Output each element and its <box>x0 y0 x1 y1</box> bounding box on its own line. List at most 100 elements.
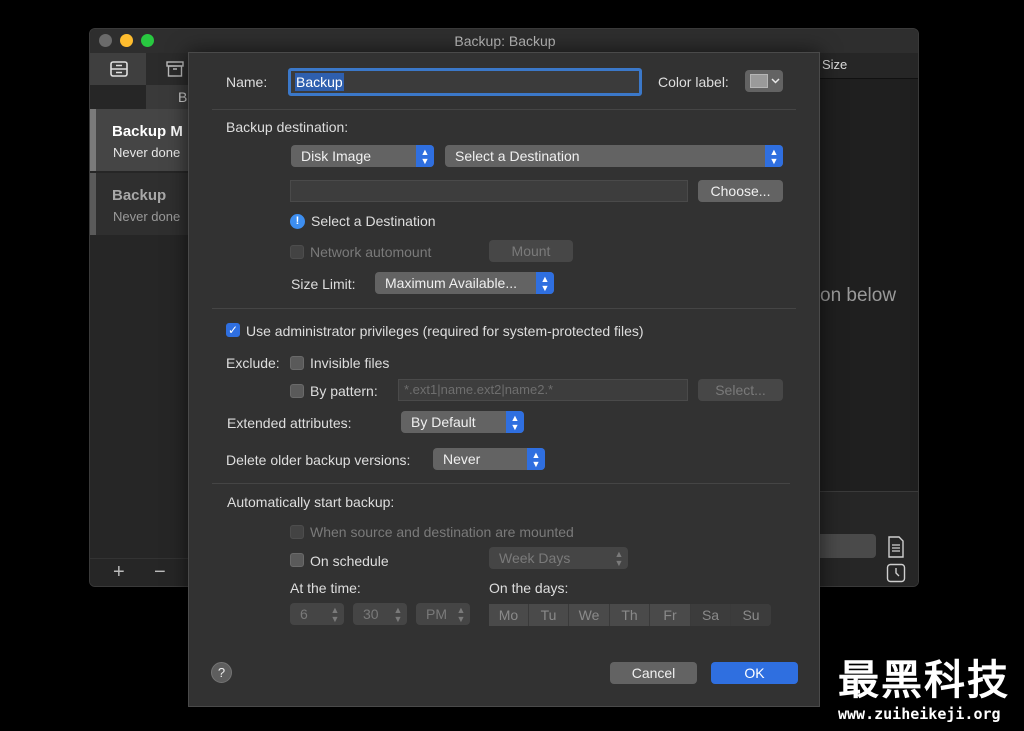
search-field[interactable] <box>820 534 876 558</box>
updown-icon: ▲ ▼ <box>393 605 403 624</box>
right-bottom-panel <box>820 491 918 586</box>
color-label-picker[interactable] <box>745 70 783 92</box>
hour-value: 6 <box>300 606 308 622</box>
list-item[interactable]: Backup M Never done <box>90 109 190 171</box>
sidebar-header: B <box>146 85 190 109</box>
mount-button[interactable]: Mount <box>489 240 573 262</box>
sidebar-header-label: B <box>178 89 188 105</box>
color-swatch <box>750 74 768 88</box>
destination-type-value: Disk Image <box>301 148 372 164</box>
admin-privileges-label: Use administrator privileges (required f… <box>246 323 644 339</box>
title-bar[interactable]: Backup: Backup <box>90 29 918 54</box>
updown-icon: ▲ ▼ <box>456 605 466 624</box>
watermark-title: 最黑科技 <box>838 656 1010 704</box>
info-icon: ! <box>290 214 305 229</box>
list-item-subtitle: Never done <box>113 209 181 224</box>
at-time-label: At the time: <box>290 580 361 596</box>
right-pane: Size on below <box>820 53 918 586</box>
divider <box>212 483 790 484</box>
ok-button[interactable]: OK <box>711 662 798 684</box>
delete-older-label: Delete older backup versions: <box>226 452 411 468</box>
ampm-value: PM <box>426 606 447 622</box>
name-input[interactable]: Backup <box>288 68 642 96</box>
empty-hint: on below <box>820 285 897 306</box>
destination-select-value: Select a Destination <box>455 148 580 164</box>
pattern-placeholder: *.ext1|name.ext2|name2.* <box>404 382 554 397</box>
destination-select-popup[interactable]: Select a Destination ▲ ▼ <box>445 145 783 167</box>
drive-icon <box>110 61 128 77</box>
day-monday[interactable]: Mo <box>489 604 529 626</box>
on-schedule-checkbox[interactable] <box>290 553 304 567</box>
select-pattern-button[interactable]: Select... <box>698 379 783 401</box>
size-limit-popup[interactable]: Maximum Available... ▲ ▼ <box>375 272 554 294</box>
name-input-value: Backup <box>295 73 344 91</box>
extended-attributes-popup[interactable]: By Default ▲ ▼ <box>401 411 524 433</box>
divider <box>212 109 796 110</box>
day-wednesday[interactable]: We <box>569 604 610 626</box>
list-item-subtitle: Never done <box>113 145 181 160</box>
when-mounted-checkbox[interactable] <box>290 525 304 539</box>
clock-icon[interactable] <box>886 563 906 583</box>
chevron-down-icon <box>771 78 780 84</box>
sidebar-bottom-bar: + − <box>90 558 190 586</box>
on-schedule-label: On schedule <box>310 553 389 569</box>
invisible-files-checkbox[interactable] <box>290 356 304 370</box>
minute-value: 30 <box>363 606 379 622</box>
delete-older-popup[interactable]: Never ▲ ▼ <box>433 448 545 470</box>
updown-icon: ▲ ▼ <box>527 448 545 470</box>
list-item-title: Backup <box>112 187 167 204</box>
day-thursday[interactable]: Th <box>610 604 650 626</box>
destination-warning: Select a Destination <box>311 213 436 229</box>
help-button[interactable]: ? <box>211 662 232 683</box>
window-title: Backup: Backup <box>454 33 556 49</box>
archive-icon[interactable] <box>166 61 184 77</box>
ampm-stepper[interactable]: PM ▲ ▼ <box>416 603 470 625</box>
admin-privileges-checkbox[interactable]: ✓ <box>226 323 240 337</box>
updown-icon: ▲ ▼ <box>330 605 340 624</box>
updown-icon: ▲ ▼ <box>765 145 783 167</box>
document-icon[interactable] <box>886 536 906 558</box>
name-label: Name: <box>226 74 268 90</box>
day-sunday[interactable]: Su <box>731 604 771 626</box>
sidebar: B Backup M Never done Backup Never done … <box>90 53 191 586</box>
network-automount-checkbox[interactable] <box>290 245 304 259</box>
remove-button[interactable]: − <box>154 561 166 584</box>
destination-path-field[interactable] <box>290 180 688 202</box>
hour-stepper[interactable]: 6 ▲ ▼ <box>290 603 344 625</box>
updown-icon: ▲ ▼ <box>536 272 554 294</box>
divider <box>212 308 796 309</box>
updown-icon: ▲ ▼ <box>506 411 524 433</box>
add-button[interactable]: + <box>113 561 125 584</box>
day-friday[interactable]: Fr <box>650 604 691 626</box>
updown-icon: ▲ ▼ <box>416 145 434 167</box>
color-label: Color label: <box>658 74 729 90</box>
size-limit-value: Maximum Available... <box>385 275 518 291</box>
column-header[interactable]: Size <box>820 53 918 79</box>
by-pattern-checkbox[interactable] <box>290 384 304 398</box>
destination-type-popup[interactable]: Disk Image ▲ ▼ <box>291 145 434 167</box>
minute-stepper[interactable]: 30 ▲ ▼ <box>353 603 407 625</box>
watermark-url: www.zuiheikeji.org <box>838 705 1001 723</box>
list-item-title: Backup M <box>112 123 183 140</box>
cancel-button[interactable]: Cancel <box>610 662 697 684</box>
list-item[interactable]: Backup Never done <box>90 173 190 235</box>
size-limit-label: Size Limit: <box>291 276 356 292</box>
choose-button[interactable]: Choose... <box>698 180 783 202</box>
by-pattern-label: By pattern: <box>310 383 378 399</box>
schedule-popup[interactable]: Week Days ▲ ▼ <box>489 547 628 569</box>
updown-icon: ▲ ▼ <box>614 549 624 568</box>
tab-backups[interactable] <box>90 53 146 85</box>
auto-start-label: Automatically start backup: <box>227 494 395 510</box>
backup-destination-label: Backup destination: <box>226 119 349 135</box>
extended-attributes-label: Extended attributes: <box>227 415 352 431</box>
schedule-value: Week Days <box>499 550 571 566</box>
network-automount-label: Network automount <box>310 244 432 260</box>
pattern-input[interactable]: *.ext1|name.ext2|name2.* <box>398 379 688 401</box>
extended-attributes-value: By Default <box>411 414 476 430</box>
sidebar-tab-bar <box>90 53 190 85</box>
when-mounted-label: When source and destination are mounted <box>310 524 574 540</box>
day-saturday[interactable]: Sa <box>691 604 731 626</box>
column-header-size: Size <box>822 57 848 72</box>
on-days-label: On the days: <box>489 580 569 596</box>
day-tuesday[interactable]: Tu <box>529 604 569 626</box>
